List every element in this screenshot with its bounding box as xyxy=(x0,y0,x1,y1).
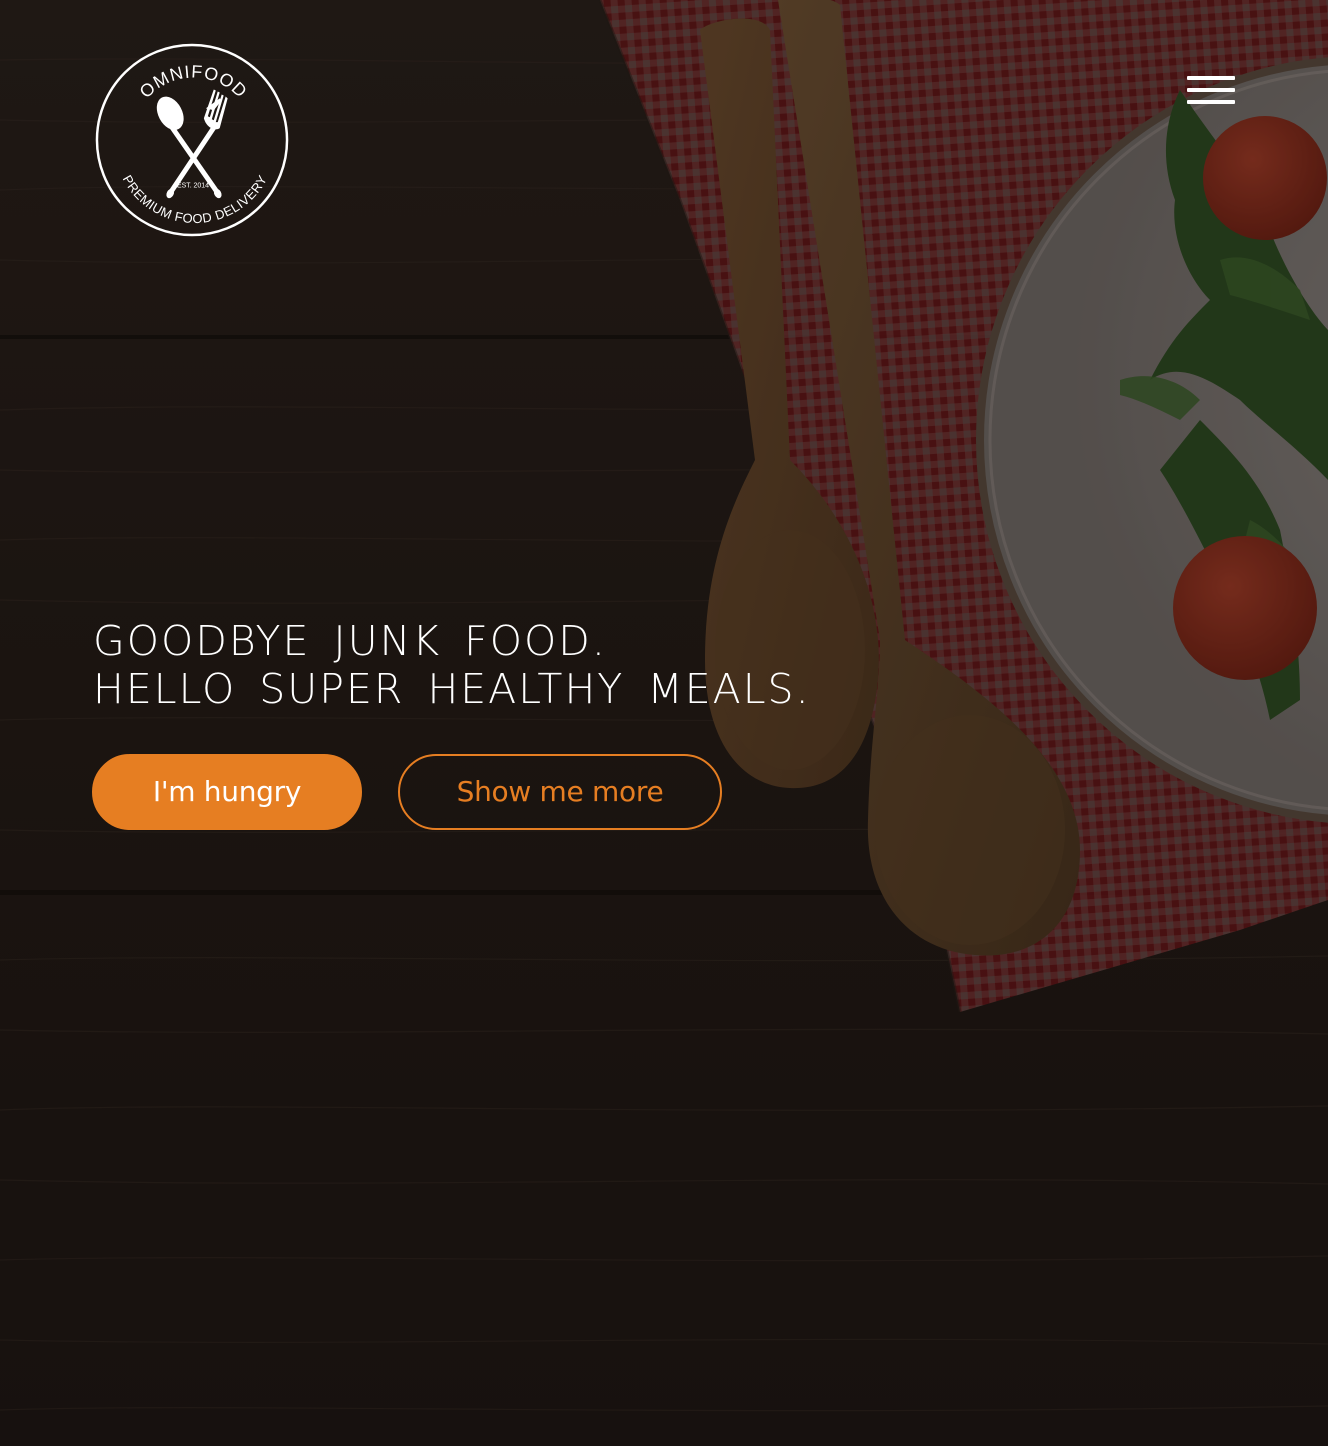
logo-established: EST. 2014 xyxy=(177,183,209,190)
mobile-menu-button[interactable] xyxy=(1178,68,1244,116)
hamburger-menu-icon xyxy=(1187,76,1235,80)
im-hungry-button[interactable]: I'm hungry xyxy=(92,754,362,830)
hero-headline: Goodbye junk food. Hello super healthy m… xyxy=(93,617,811,713)
logo-brand-name: OMNIFOOD xyxy=(136,61,251,101)
show-me-more-button[interactable]: Show me more xyxy=(398,754,722,830)
svg-text:OMNIFOOD: OMNIFOOD xyxy=(136,61,252,101)
headline-line-1: Goodbye junk food. xyxy=(93,617,607,665)
omnifood-logo[interactable]: OMNIFOOD PREMIUM FOOD DELIVERY EST. 2014 xyxy=(93,41,291,239)
headline-line-2: Hello super healthy meals. xyxy=(93,665,811,713)
hero-section: OMNIFOOD PREMIUM FOOD DELIVERY EST. 2014… xyxy=(0,0,1328,1446)
